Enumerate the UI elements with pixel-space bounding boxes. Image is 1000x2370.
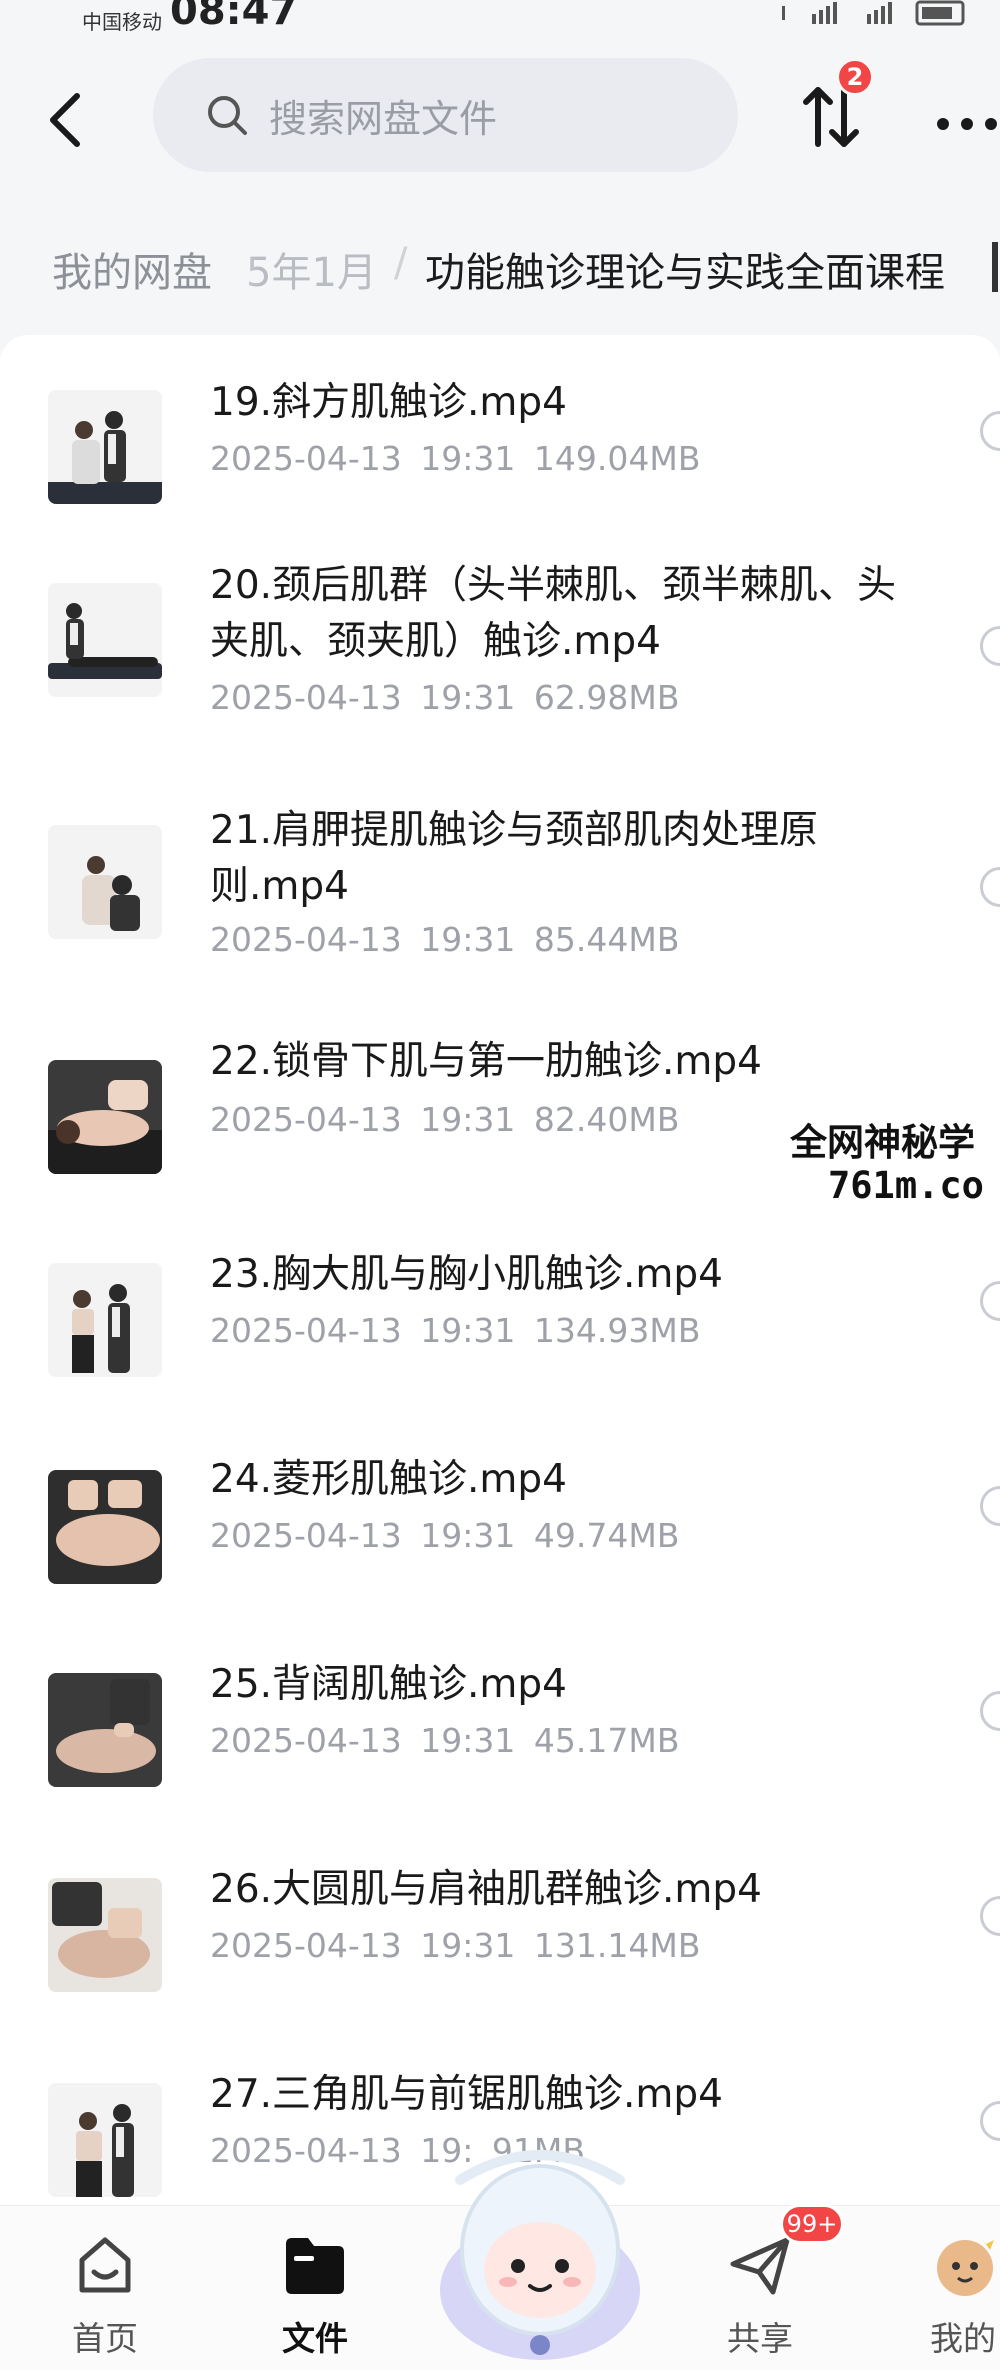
file-name: 27.三角肌与前锯肌触诊.mp4 xyxy=(210,2072,723,2117)
file-name: 20.颈后肌群（头半棘肌、颈半棘肌、头夹肌、颈夹肌）触诊.mp4 xyxy=(210,563,897,664)
back-arrow-icon xyxy=(50,93,80,147)
watermark: 全网神秘学 761m.co xyxy=(790,1112,1000,1222)
file-meta: 2025-04-13 19:31 62.98MB xyxy=(210,678,680,717)
watermark-line-2: 761m.co xyxy=(828,1164,984,1207)
search-placeholder: 搜索网盘文件 xyxy=(269,96,498,141)
video-thumbnail xyxy=(48,825,162,939)
file-list: 19.斜方肌触诊.mp4 2025-04-13 19:31 149.04MB 2… xyxy=(0,335,1000,2205)
select-checkbox[interactable] xyxy=(980,867,1000,907)
top-bar: 搜索网盘文件 2 xyxy=(0,30,1000,200)
breadcrumb-separator: / xyxy=(394,240,408,286)
tab-me[interactable]: 我的 xyxy=(900,2206,1000,2370)
tab-home[interactable]: 首页 xyxy=(35,2206,175,2370)
home-icon xyxy=(79,2237,131,2293)
breadcrumb-root[interactable]: 我的网盘 xyxy=(52,240,212,298)
select-checkbox[interactable] xyxy=(980,2101,1000,2141)
file-name: 22.锁骨下肌与第一肋触诊.mp4 xyxy=(210,1039,762,1084)
breadcrumb-overflow-bar xyxy=(992,242,998,292)
send-icon xyxy=(730,2237,790,2295)
clock: 08:47 xyxy=(170,0,298,34)
search-input[interactable]: 搜索网盘文件 xyxy=(153,58,738,172)
list-item[interactable]: 19.斜方肌触诊.mp4 2025-04-13 19:31 149.04MB xyxy=(0,335,1000,520)
list-item[interactable]: 26.大圆肌与肩袖肌群触诊.mp4 2025-04-13 19:31 131.1… xyxy=(0,1830,1000,2035)
video-thumbnail xyxy=(48,1673,162,1787)
file-meta: 2025-04-13 19:31 131.14MB xyxy=(210,1926,701,1965)
video-thumbnail xyxy=(48,390,162,504)
share-badge: 99+ xyxy=(780,2204,844,2244)
list-item[interactable]: 23.胸大肌与胸小肌触诊.mp4 2025-04-13 19:31 134.93… xyxy=(0,1215,1000,1420)
file-meta: 2025-04-13 19:31 49.74MB xyxy=(210,1516,680,1555)
select-checkbox[interactable] xyxy=(980,411,1000,451)
select-checkbox[interactable] xyxy=(980,1691,1000,1731)
avatar-icon xyxy=(937,2236,994,2296)
watermark-line-1: 全网神秘学 xyxy=(790,1121,975,1164)
signal-icon xyxy=(782,0,965,26)
folder-icon xyxy=(286,2238,344,2294)
video-thumbnail xyxy=(48,1878,162,1992)
list-item[interactable]: 24.菱形肌触诊.mp4 2025-04-13 19:31 49.74MB xyxy=(0,1420,1000,1625)
file-name: 24.菱形肌触诊.mp4 xyxy=(210,1457,567,1502)
tab-label: 我的 xyxy=(930,2319,996,2358)
select-checkbox[interactable] xyxy=(980,1896,1000,1936)
list-item[interactable]: 21.肩胛提肌触诊与颈部肌肉处理原则.mp4 2025-04-13 19:31 … xyxy=(0,765,1000,1010)
file-meta: 2025-04-13 19:31 85.44MB xyxy=(210,920,680,959)
file-name: 23.胸大肌与胸小肌触诊.mp4 xyxy=(210,1252,723,1297)
video-thumbnail xyxy=(48,1263,162,1377)
file-name: 21.肩胛提肌触诊与颈部肌肉处理原则.mp4 xyxy=(210,808,819,909)
select-checkbox[interactable] xyxy=(980,626,1000,666)
tab-label: 首页 xyxy=(72,2319,138,2358)
file-meta: 2025-04-13 19:31 45.17MB xyxy=(210,1721,680,1760)
file-meta: 2025-04-13 19:31 134.93MB xyxy=(210,1311,701,1350)
breadcrumb: 5年1月 我的网盘 / 功能触诊理论与实践全面课程 xyxy=(0,228,1000,308)
select-checkbox[interactable] xyxy=(980,1281,1000,1321)
file-name: 19.斜方肌触诊.mp4 xyxy=(210,380,567,425)
list-item[interactable]: 25.背阔肌触诊.mp4 2025-04-13 19:31 45.17MB xyxy=(0,1625,1000,1830)
select-checkbox[interactable] xyxy=(980,1486,1000,1526)
ai-assistant-mascot-icon[interactable] xyxy=(430,2140,650,2370)
back-button[interactable] xyxy=(40,85,90,155)
tab-files[interactable]: 文件 xyxy=(245,2206,385,2370)
status-icons xyxy=(772,0,972,32)
breadcrumb-current: 功能触诊理论与实践全面课程 xyxy=(425,250,945,296)
status-bar: 中国移动 08:47 xyxy=(0,0,1000,34)
more-options-icon[interactable] xyxy=(935,112,1000,136)
list-item[interactable]: 20.颈后肌群（头半棘肌、颈半棘肌、头夹肌、颈夹肌）触诊.mp4 2025-04… xyxy=(0,520,1000,765)
video-thumbnail xyxy=(48,583,162,697)
file-meta: 2025-04-13 19:31 82.40MB xyxy=(210,1100,680,1139)
video-thumbnail xyxy=(48,1470,162,1584)
file-name: 25.背阔肌触诊.mp4 xyxy=(210,1662,567,1707)
search-icon xyxy=(208,96,247,135)
transfer-badge: 2 xyxy=(836,58,874,96)
video-thumbnail xyxy=(48,2083,162,2197)
video-thumbnail xyxy=(48,1060,162,1174)
file-meta: 2025-04-13 19:31 149.04MB xyxy=(210,439,701,478)
tab-label: 共享 xyxy=(727,2319,793,2358)
tab-label: 文件 xyxy=(282,2319,348,2358)
breadcrumb-parent[interactable]: 5年1月 xyxy=(246,240,377,298)
file-name: 26.大圆肌与肩袖肌群触诊.mp4 xyxy=(210,1867,762,1912)
